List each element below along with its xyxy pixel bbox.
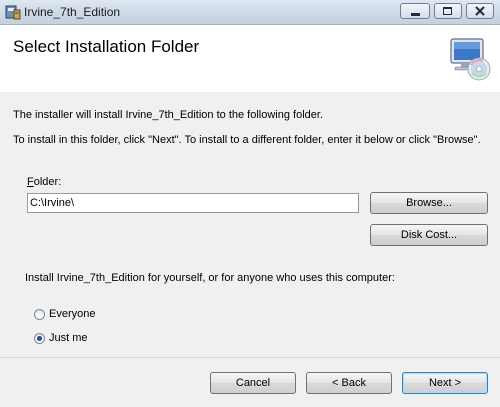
cancel-button[interactable]: Cancel [210,372,296,394]
folder-input[interactable] [27,193,359,213]
maximize-icon [443,7,452,15]
instructions-text: To install in this folder, click "Next".… [13,134,481,146]
radio-selected-dot [37,336,42,341]
intro-text: The installer will install Irvine_7th_Ed… [13,109,323,121]
header-banner: Select Installation Folder [0,25,500,93]
installer-app-icon [5,5,21,20]
close-button[interactable] [466,3,494,19]
back-button[interactable]: < Back [306,372,392,394]
maximize-button[interactable] [434,3,462,19]
folder-label: Folder: [27,176,62,188]
window-title: Irvine_7th_Edition [24,5,121,19]
radio-just-me-label[interactable]: Just me [49,332,88,344]
page-title: Select Installation Folder [13,37,200,56]
install-for-label: Install Irvine_7th_Edition for yourself,… [25,272,395,284]
next-button[interactable]: Next > [402,372,488,394]
radio-everyone-label[interactable]: Everyone [49,308,95,320]
cd-computer-icon [450,38,491,81]
close-icon [475,6,485,16]
browse-button[interactable]: Browse... [370,192,488,214]
disk-cost-button[interactable]: Disk Cost... [370,224,488,246]
minimize-button[interactable] [400,3,430,19]
radio-everyone-circle[interactable] [34,309,45,320]
radio-just-me-circle[interactable] [34,333,45,344]
folder-label-rest: older: [33,176,62,188]
window-titlebar[interactable]: Irvine_7th_Edition [0,0,500,25]
minimize-icon [411,13,420,16]
